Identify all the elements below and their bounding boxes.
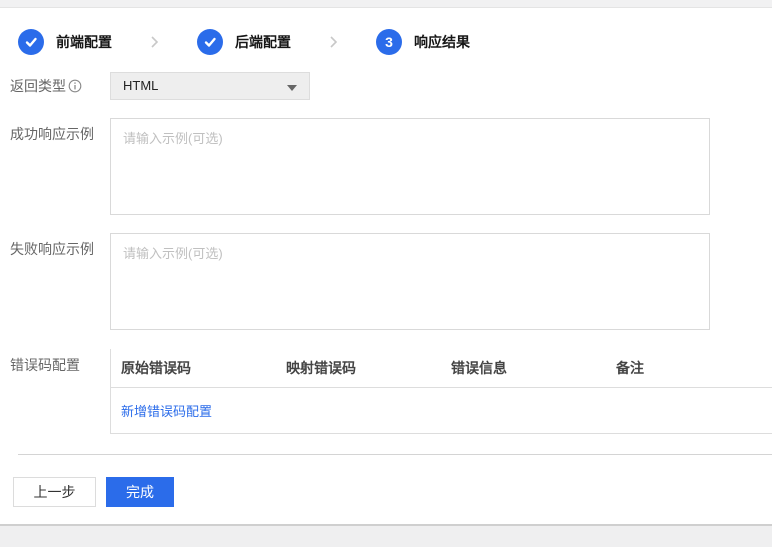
caret-down-icon — [287, 85, 297, 91]
column-header-remark: 备注 — [606, 358, 771, 378]
success-example-textarea[interactable] — [110, 118, 710, 215]
check-icon — [24, 35, 38, 49]
step-response-result[interactable]: 3 响应结果 — [376, 29, 470, 55]
finish-button[interactable]: 完成 — [106, 477, 174, 507]
chevron-right-icon — [329, 35, 338, 49]
error-code-table-add-row: 新增错误码配置 — [111, 388, 772, 434]
error-code-table-header: 原始错误码 映射错误码 错误信息 备注 — [111, 349, 772, 388]
fail-example-row: 失败响应示例 — [10, 233, 772, 330]
check-icon — [203, 35, 217, 49]
return-type-label: 返回类型 — [10, 72, 110, 100]
add-error-code-link[interactable]: 新增错误码配置 — [121, 401, 212, 420]
error-code-table: 原始错误码 映射错误码 错误信息 备注 新增错误码配置 — [110, 349, 772, 434]
error-code-config-label: 错误码配置 — [10, 349, 110, 434]
step-backend-config[interactable]: 后端配置 — [197, 29, 291, 55]
return-type-row: 返回类型 HTML — [10, 72, 772, 100]
info-circle-icon[interactable] — [68, 79, 82, 93]
footer-divider — [18, 454, 772, 455]
fail-example-textarea[interactable] — [110, 233, 710, 330]
return-type-select[interactable]: HTML — [110, 72, 310, 100]
column-header-mapped-code: 映射错误码 — [276, 358, 441, 378]
error-code-config-row: 错误码配置 原始错误码 映射错误码 错误信息 备注 新增错误码配置 — [10, 349, 772, 434]
chevron-right-icon — [150, 35, 159, 49]
step-2-done-circle — [197, 29, 223, 55]
step-3-number-circle: 3 — [376, 29, 402, 55]
footer-buttons: 上一步 完成 — [13, 477, 772, 507]
success-example-label: 成功响应示例 — [10, 118, 110, 215]
response-result-form: 返回类型 HTML 成功响应示例 — [10, 72, 772, 434]
step-2-label: 后端配置 — [235, 32, 291, 52]
column-header-error-message: 错误信息 — [441, 358, 606, 378]
fail-example-label: 失败响应示例 — [10, 233, 110, 330]
prev-step-button[interactable]: 上一步 — [13, 477, 96, 507]
step-3-label: 响应结果 — [414, 32, 470, 52]
wizard-stepper: 前端配置 后端配置 3 — [18, 29, 772, 55]
wizard-page: 前端配置 后端配置 3 — [0, 0, 772, 547]
success-example-row: 成功响应示例 — [10, 118, 772, 215]
response-result-panel: 前端配置 后端配置 3 — [0, 8, 772, 526]
top-page-strip — [0, 0, 772, 8]
bottom-page-strip — [0, 526, 772, 544]
step-1-label: 前端配置 — [56, 32, 112, 52]
return-type-selected-value: HTML — [123, 78, 158, 93]
step-frontend-config[interactable]: 前端配置 — [18, 29, 112, 55]
column-header-original-code: 原始错误码 — [111, 358, 276, 378]
step-1-done-circle — [18, 29, 44, 55]
